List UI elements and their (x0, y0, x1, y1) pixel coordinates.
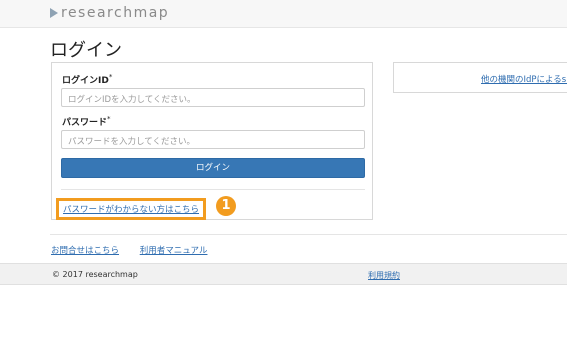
password-label: パスワード* (62, 115, 111, 128)
copyright-text: 2017 researchmap (62, 270, 138, 279)
help-links: お問合せはこちら 利用者マニュアル (51, 244, 225, 256)
login-panel: ログインID* ログインIDを入力してください。 パスワード* パスワードを入力… (51, 62, 373, 220)
divider (50, 234, 567, 235)
terms-of-use-link[interactable]: 利用規約 (368, 270, 400, 281)
login-id-label: ログインID* (62, 73, 112, 86)
password-label-text: パスワード (62, 118, 108, 128)
page-title: ログイン (50, 40, 122, 61)
footer: © 2017 researchmap 利用規約 (0, 263, 567, 285)
login-button[interactable]: ログイン (61, 158, 365, 178)
researchmap-logo[interactable]: researchmap (50, 5, 169, 21)
idp-login-link[interactable]: 他の機関のIdPによるsh (481, 73, 567, 85)
copyright: © 2017 researchmap (52, 270, 138, 279)
step-number-badge: 1 (216, 196, 236, 216)
divider (61, 189, 365, 190)
logo-text: researchmap (61, 5, 170, 21)
forgot-password-link[interactable]: パスワードがわからない方はこちら (56, 198, 207, 220)
required-mark: * (107, 115, 111, 123)
required-mark: * (108, 73, 113, 81)
password-input[interactable]: パスワードを入力してください。 (61, 130, 365, 149)
login-id-input[interactable]: ログインIDを入力してください。 (61, 88, 365, 107)
contact-link[interactable]: お問合せはこちら (51, 246, 119, 256)
login-id-label-text: ログインID (62, 76, 109, 86)
top-bar: researchmap (0, 0, 567, 28)
user-manual-link[interactable]: 利用者マニュアル (140, 246, 208, 256)
idp-login-panel: 他の機関のIdPによるsh (393, 62, 567, 93)
copyright-icon: © (52, 270, 60, 279)
logo-arrow-icon (50, 8, 58, 18)
